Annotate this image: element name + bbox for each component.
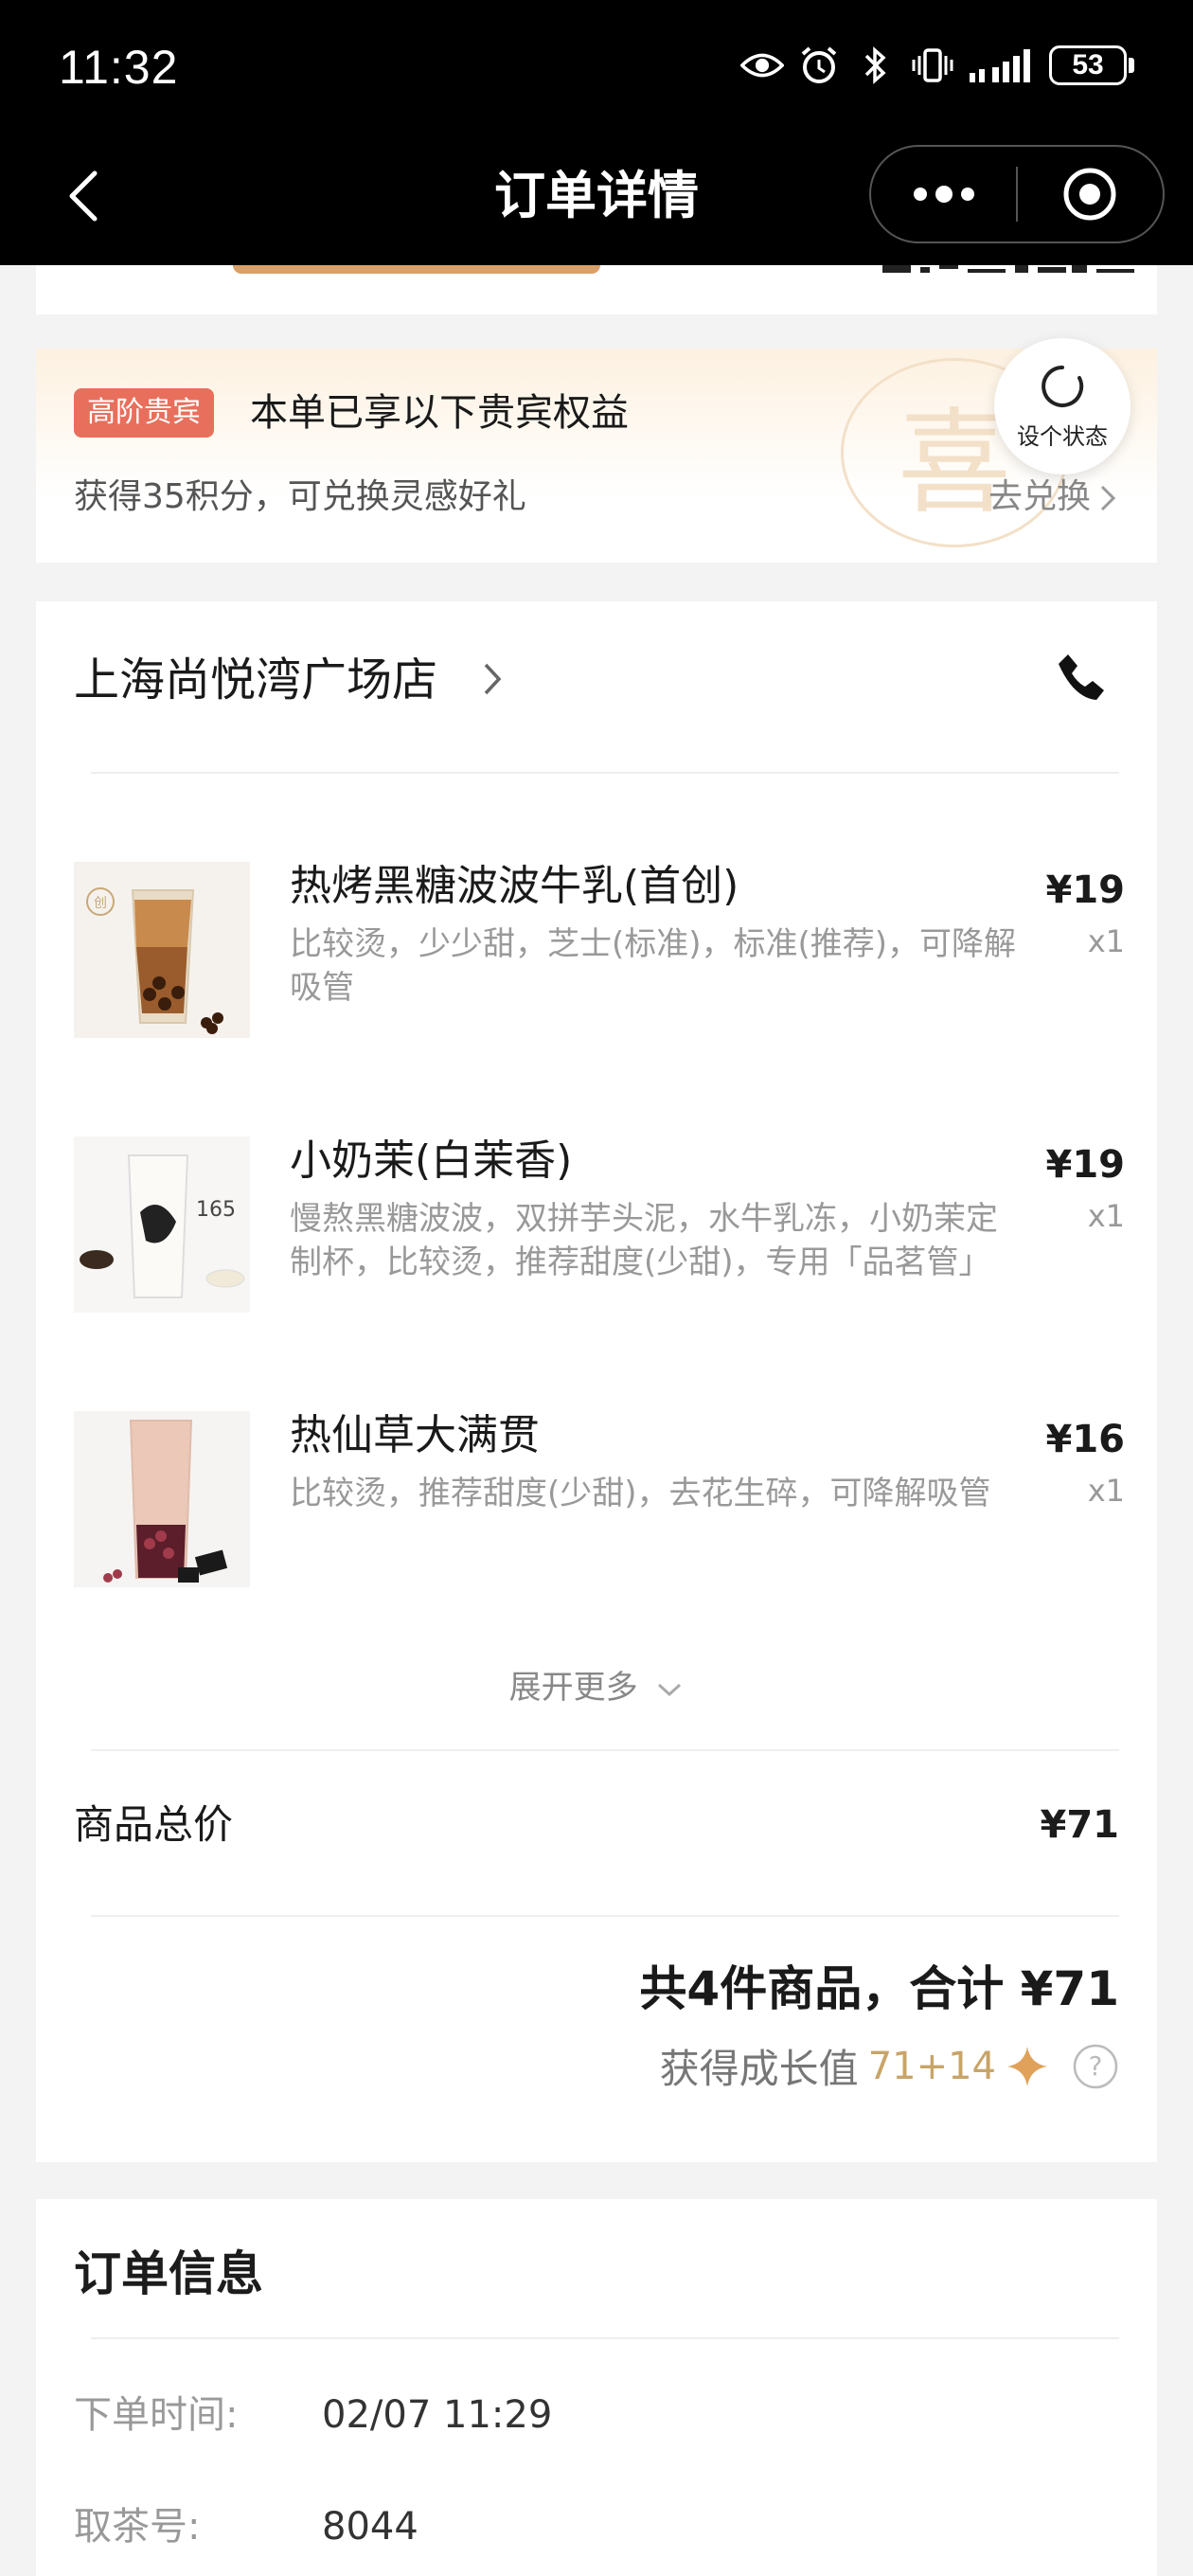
close-mini-program-button[interactable]: [1018, 147, 1163, 242]
vibrate-icon: [911, 44, 954, 87]
order-item[interactable]: 热仙草大满贯 比较烫，推荐甜度(少甜)，去花生碎，可降解吸管 ¥16 x1: [74, 1411, 1125, 1591]
product-spec: 慢熬黑糖波波，双拼芋头泥，水牛乳冻，小奶茉定制杯，比较烫，推荐甜度(少甜)，专用…: [290, 1200, 998, 1281]
pickup-card-remnant: [36, 265, 1157, 314]
more-dots-icon: [913, 186, 974, 203]
order-info-title: 订单信息: [74, 2246, 263, 2301]
status-icons: 53: [740, 44, 1134, 87]
set-status-label: 设个状态: [1017, 422, 1108, 450]
expand-more-button[interactable]: 展开更多: [36, 1664, 1157, 1711]
divider: [91, 1915, 1119, 1917]
product-image: [74, 1411, 250, 1587]
bluetooth-icon: [854, 44, 898, 87]
product-name: 热仙草大满贯: [290, 1411, 540, 1459]
help-circle-icon[interactable]: ?: [1072, 2043, 1119, 2090]
chevron-down-icon: [658, 1683, 682, 1696]
order-item[interactable]: 创 热烤黑糖波波牛乳(首创) 比较烫，少少甜，芝士(标准)，标准(推荐)，可降解…: [74, 862, 1125, 1042]
set-status-button[interactable]: 设个状态: [994, 338, 1131, 474]
more-button[interactable]: [871, 147, 1016, 242]
vip-level-badge: 高阶贵宾: [74, 388, 214, 438]
qr-code-remnant: [882, 265, 1134, 273]
phone-icon[interactable]: [1055, 651, 1108, 704]
vip-title: 本单已享以下贵宾权益: [250, 391, 629, 435]
sparkle-icon: [1007, 2046, 1047, 2086]
product-spec: 比较烫，少少甜，芝士(标准)，标准(推荐)，可降解吸管: [290, 925, 1017, 1007]
action-button-remnant[interactable]: [233, 265, 600, 274]
product-label-text: 165: [196, 1198, 236, 1222]
svg-text:?: ?: [1089, 2050, 1103, 2082]
redeem-link[interactable]: 去兑换: [988, 474, 1091, 521]
product-price: ¥19: [1045, 868, 1126, 912]
nav-bar: 订单详情: [0, 137, 1193, 265]
growth-label: 获得成长值: [659, 2046, 859, 2092]
info-key: 取茶号:: [74, 2505, 201, 2549]
product-price: ¥19: [1045, 1143, 1126, 1187]
chevron-right-icon[interactable]: [481, 660, 504, 698]
growth-value: 71+14: [867, 2044, 996, 2088]
info-row-order-time: 下单时间: 02/07 11:29: [74, 2388, 552, 2442]
status-time: 11:32: [59, 41, 179, 94]
info-key: 下单时间:: [74, 2393, 239, 2437]
order-card: 上海尚悦湾广场店 创 热烤黑糖波波牛乳(首创) 比较烫，少少甜，芝士(标准)，标…: [36, 601, 1157, 2162]
product-quantity: x1: [1087, 1473, 1125, 1509]
product-logo-text: 创: [94, 896, 107, 911]
product-image: 165: [74, 1136, 250, 1313]
product-spec: 比较烫，推荐甜度(少甜)，去花生碎，可降解吸管: [290, 1475, 991, 1512]
eye-icon: [740, 44, 784, 87]
divider: [91, 1749, 1119, 1751]
product-quantity: x1: [1087, 1198, 1125, 1234]
refresh-circle-icon: [1042, 365, 1084, 407]
info-row-pickup-number: 取茶号: 8044: [74, 2500, 418, 2553]
product-name: 热烤黑糖波波牛乳(首创): [290, 862, 739, 910]
divider: [91, 772, 1119, 774]
product-name: 小奶茉(白茉香): [290, 1136, 573, 1185]
store-name[interactable]: 上海尚悦湾广场店: [74, 647, 437, 713]
status-bar: 11:32 53: [0, 0, 1193, 137]
target-close-icon: [1063, 168, 1116, 221]
order-info-card: 订单信息 下单时间: 02/07 11:29 取茶号: 8044: [36, 2199, 1157, 2576]
product-quantity: x1: [1087, 923, 1125, 959]
top-bar: 11:32 53 订单详情: [0, 0, 1193, 265]
expand-more-label: 展开更多: [508, 1669, 638, 1707]
order-item[interactable]: 165 小奶茉(白茉香) 慢熬黑糖波波，双拼芋头泥，水牛乳冻，小奶茉定制杯，比较…: [74, 1136, 1125, 1316]
alarm-icon: [797, 44, 841, 87]
signal-icon: [968, 44, 1036, 87]
subtotal-label: 商品总价: [74, 1801, 234, 1848]
info-value: 8044: [322, 2505, 418, 2549]
info-value: 02/07 11:29: [322, 2393, 553, 2437]
product-image: 创: [74, 862, 250, 1038]
divider: [91, 2337, 1119, 2339]
product-price: ¥16: [1045, 1418, 1126, 1461]
battery-icon: 53: [1049, 45, 1134, 85]
growth-value-row: 获得成长值 71+14 ?: [660, 2037, 1119, 2095]
order-summary: 共4件商品，合计 ¥71: [639, 1961, 1119, 2016]
chevron-right-icon: [1100, 485, 1116, 511]
subtotal-value: ¥71: [1040, 1803, 1120, 1847]
mini-program-capsule: [869, 145, 1165, 243]
vip-benefit-card: 喜 高阶贵宾 本单已享以下贵宾权益 获得35积分，可兑换灵感好礼 去兑换: [36, 349, 1157, 563]
vip-points-text: 获得35积分，可兑换灵感好礼: [74, 477, 526, 516]
battery-level: 53: [1049, 45, 1127, 85]
